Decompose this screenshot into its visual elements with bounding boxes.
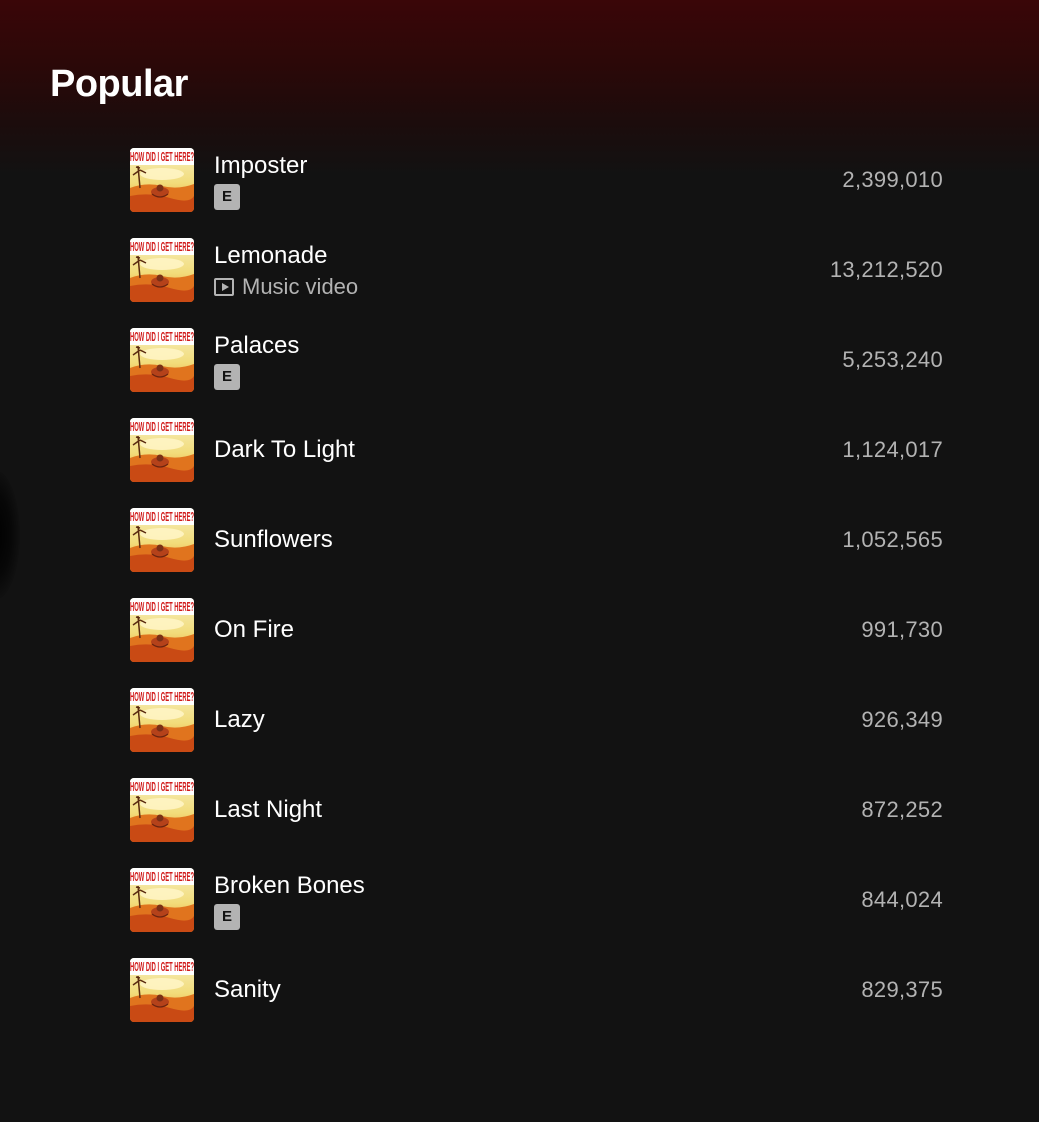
- play-count: 829,375: [861, 977, 943, 1002]
- track-title[interactable]: Broken Bones: [214, 871, 365, 901]
- track-row[interactable]: HOW DID I GET HERE? Imposter E 2,399,010: [0, 135, 1039, 225]
- track-meta: E: [214, 903, 365, 930]
- track-title[interactable]: Palaces: [214, 331, 299, 361]
- track-title[interactable]: Lemonade: [214, 241, 358, 271]
- album-cover-text: HOW DID I GET HERE?: [130, 420, 194, 434]
- album-cover[interactable]: HOW DID I GET HERE?: [130, 958, 194, 1022]
- track-title[interactable]: Dark To Light: [214, 435, 355, 465]
- explicit-badge-icon: E: [214, 363, 240, 390]
- explicit-badge-icon: E: [214, 183, 240, 210]
- track-info: Lazy: [214, 675, 265, 765]
- track-row[interactable]: HOW DID I GET HERE? Sanity 829,375: [0, 945, 1039, 1035]
- album-cover-text: HOW DID I GET HERE?: [130, 240, 194, 254]
- album-cover-text: HOW DID I GET HERE?: [130, 960, 194, 974]
- track-title[interactable]: Imposter: [214, 151, 307, 181]
- album-cover-text: HOW DID I GET HERE?: [130, 690, 194, 704]
- track-row[interactable]: HOW DID I GET HERE? Last Night 872,252: [0, 765, 1039, 855]
- track-meta: E: [214, 183, 307, 210]
- play-count: 1,124,017: [842, 437, 943, 462]
- explicit-badge-icon: E: [214, 903, 240, 930]
- music-video-link[interactable]: Music video: [242, 274, 358, 300]
- track-row[interactable]: HOW DID I GET HERE? Palaces E 5,253,240: [0, 315, 1039, 405]
- play-count: 13,212,520: [829, 257, 943, 282]
- album-cover[interactable]: HOW DID I GET HERE?: [130, 778, 194, 842]
- track-meta: Music video: [214, 274, 358, 300]
- play-count: 844,024: [861, 887, 943, 912]
- album-cover-text: HOW DID I GET HERE?: [130, 150, 194, 164]
- play-count: 926,349: [861, 707, 943, 732]
- track-info: On Fire: [214, 585, 294, 675]
- track-info: Dark To Light: [214, 405, 355, 495]
- track-row[interactable]: HOW DID I GET HERE? Lazy 926,349: [0, 675, 1039, 765]
- album-cover[interactable]: HOW DID I GET HERE?: [130, 238, 194, 302]
- track-meta: E: [214, 363, 299, 390]
- play-count: 1,052,565: [842, 527, 943, 552]
- play-count: 5,253,240: [842, 347, 943, 372]
- album-cover-text: HOW DID I GET HERE?: [130, 600, 194, 614]
- album-cover-text: HOW DID I GET HERE?: [130, 870, 194, 884]
- play-count: 872,252: [861, 797, 943, 822]
- play-count: 2,399,010: [842, 167, 943, 192]
- track-title[interactable]: On Fire: [214, 615, 294, 645]
- track-row[interactable]: HOW DID I GET HERE? On Fire 991,730: [0, 585, 1039, 675]
- album-cover-text: HOW DID I GET HERE?: [130, 330, 194, 344]
- track-info: Broken Bones E: [214, 855, 365, 945]
- album-cover-text: HOW DID I GET HERE?: [130, 510, 194, 524]
- album-cover[interactable]: HOW DID I GET HERE?: [130, 328, 194, 392]
- album-cover[interactable]: HOW DID I GET HERE?: [130, 688, 194, 752]
- track-title[interactable]: Lazy: [214, 705, 265, 735]
- track-info: Palaces E: [214, 315, 299, 405]
- track-row[interactable]: HOW DID I GET HERE? Sunflowers 1,052,565: [0, 495, 1039, 585]
- music-video-icon: [214, 277, 234, 296]
- track-info: Sanity: [214, 945, 281, 1035]
- album-cover[interactable]: HOW DID I GET HERE?: [130, 418, 194, 482]
- track-title[interactable]: Last Night: [214, 795, 322, 825]
- track-row[interactable]: HOW DID I GET HERE? Lemonade Music video…: [0, 225, 1039, 315]
- track-info: Imposter E: [214, 135, 307, 225]
- track-row[interactable]: HOW DID I GET HERE? Broken Bones E 844,0…: [0, 855, 1039, 945]
- track-info: Last Night: [214, 765, 322, 855]
- track-info: Lemonade Music video: [214, 225, 358, 315]
- track-title[interactable]: Sanity: [214, 975, 281, 1005]
- track-row[interactable]: HOW DID I GET HERE? Dark To Light 1,124,…: [0, 405, 1039, 495]
- track-title[interactable]: Sunflowers: [214, 525, 333, 555]
- album-cover[interactable]: HOW DID I GET HERE?: [130, 868, 194, 932]
- track-list: HOW DID I GET HERE? Imposter E 2,399,010: [0, 135, 1039, 1035]
- album-cover[interactable]: HOW DID I GET HERE?: [130, 148, 194, 212]
- album-cover-text: HOW DID I GET HERE?: [130, 780, 194, 794]
- section-title: Popular: [50, 63, 188, 105]
- track-info: Sunflowers: [214, 495, 333, 585]
- album-cover[interactable]: HOW DID I GET HERE?: [130, 598, 194, 662]
- album-cover[interactable]: HOW DID I GET HERE?: [130, 508, 194, 572]
- play-count: 991,730: [861, 617, 943, 642]
